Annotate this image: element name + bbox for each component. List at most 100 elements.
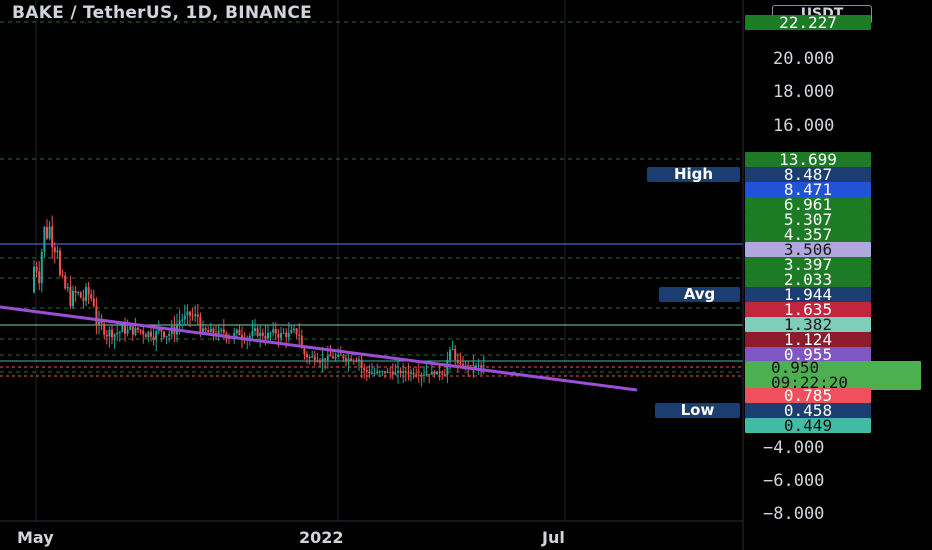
candle-body: [402, 371, 405, 374]
candle-body: [280, 333, 282, 338]
candle-body: [40, 251, 43, 284]
candle-body: [238, 329, 241, 336]
candle-body: [391, 372, 394, 375]
candle-body: [337, 354, 340, 358]
candle-body: [139, 329, 142, 331]
candle-body: [298, 334, 301, 336]
candle-body: [306, 354, 308, 358]
low-label: Low: [655, 403, 740, 418]
candle-body: [269, 332, 272, 334]
candle-body: [404, 371, 407, 373]
price-tag-max: 22.227: [745, 15, 871, 30]
candle-body: [438, 371, 441, 374]
candle-body: [254, 328, 256, 331]
price-tag-aqua: 0.449: [745, 418, 871, 433]
candle-body: [454, 348, 457, 360]
candle-body: [183, 315, 186, 320]
candle-body: [113, 334, 116, 338]
candle-body: [378, 371, 381, 373]
candle-body: [350, 358, 353, 361]
candle-body: [381, 371, 384, 373]
candle-body: [287, 332, 290, 338]
price-tick-label: 18.000: [773, 82, 835, 102]
candle-body: [196, 314, 199, 317]
candle-body: [51, 226, 54, 248]
candle-body: [482, 365, 485, 367]
candle-body: [415, 374, 418, 376]
price-tag-green: 13.699: [745, 152, 871, 167]
candle-body: [384, 371, 386, 373]
candle-body: [386, 371, 389, 373]
candle-body: [371, 373, 373, 375]
candle-body: [72, 291, 74, 307]
candle-body: [38, 271, 41, 284]
trendline[interactable]: [0, 305, 638, 392]
candle-body: [69, 287, 72, 307]
candle-body: [342, 355, 345, 359]
candle-body: [220, 329, 223, 331]
candle-body: [111, 329, 113, 338]
candle-body: [477, 365, 480, 367]
candle-body: [43, 227, 46, 252]
candle-body: [274, 328, 277, 334]
candle-body: [77, 292, 80, 294]
candle-body: [103, 323, 106, 335]
time-axis-label: May: [17, 528, 54, 547]
price-tag-avg: 1.944: [745, 287, 871, 302]
candle-body: [256, 328, 259, 337]
price-tick-label: −4.000: [763, 438, 825, 458]
candle-body: [373, 372, 376, 374]
candle-body: [82, 297, 85, 301]
candle-body: [100, 321, 103, 324]
candle-body: [443, 374, 446, 376]
price-tag-green: 5.307: [745, 212, 871, 227]
candle-body: [137, 327, 139, 330]
candle-body: [321, 358, 324, 362]
candle-body: [121, 325, 124, 333]
candle-body: [389, 371, 392, 373]
candle-body: [277, 333, 280, 338]
candle-body: [79, 292, 82, 298]
candle-body: [66, 287, 69, 289]
candle-body: [90, 294, 93, 299]
symbol-title[interactable]: BAKE / TetherUS, 1D, BINANCE: [12, 3, 312, 23]
candle-body: [186, 311, 189, 316]
candle-body: [363, 367, 366, 370]
candle-body: [150, 331, 152, 337]
candle-body: [53, 247, 56, 253]
candle-body: [397, 370, 399, 373]
candle-body: [394, 372, 397, 375]
candle-body: [199, 316, 202, 332]
candle-body: [105, 334, 108, 337]
price-tag-low: 0.458: [745, 403, 871, 418]
candle-body: [360, 359, 363, 368]
candle-body: [399, 370, 402, 374]
candle-body: [420, 374, 423, 376]
time-axis-label: Jul: [542, 528, 565, 547]
candle-body: [33, 266, 35, 293]
candle-body: [191, 315, 194, 317]
candle-body: [449, 350, 451, 360]
candle-body: [147, 331, 150, 338]
candle-body: [433, 371, 436, 375]
candle-body: [212, 328, 215, 334]
candle-body: [92, 298, 95, 307]
candle-body: [74, 291, 77, 293]
candle-body: [339, 354, 342, 356]
candle-body: [311, 356, 314, 358]
candle-body: [293, 328, 295, 330]
candle-body: [355, 360, 358, 362]
price-tag-coral: 0.785: [745, 388, 871, 403]
candle-body: [46, 227, 48, 239]
candle-body: [152, 336, 155, 341]
candle-body: [155, 331, 158, 341]
price-tag-hline: 3.506: [745, 242, 871, 257]
candle-body: [368, 371, 371, 374]
candle-body: [319, 361, 321, 363]
candle-body: [108, 329, 111, 337]
candle-body: [334, 357, 337, 359]
candle-body: [222, 329, 225, 334]
candle-body: [290, 329, 293, 333]
candle-body: [163, 331, 165, 338]
candle-body: [204, 328, 207, 331]
